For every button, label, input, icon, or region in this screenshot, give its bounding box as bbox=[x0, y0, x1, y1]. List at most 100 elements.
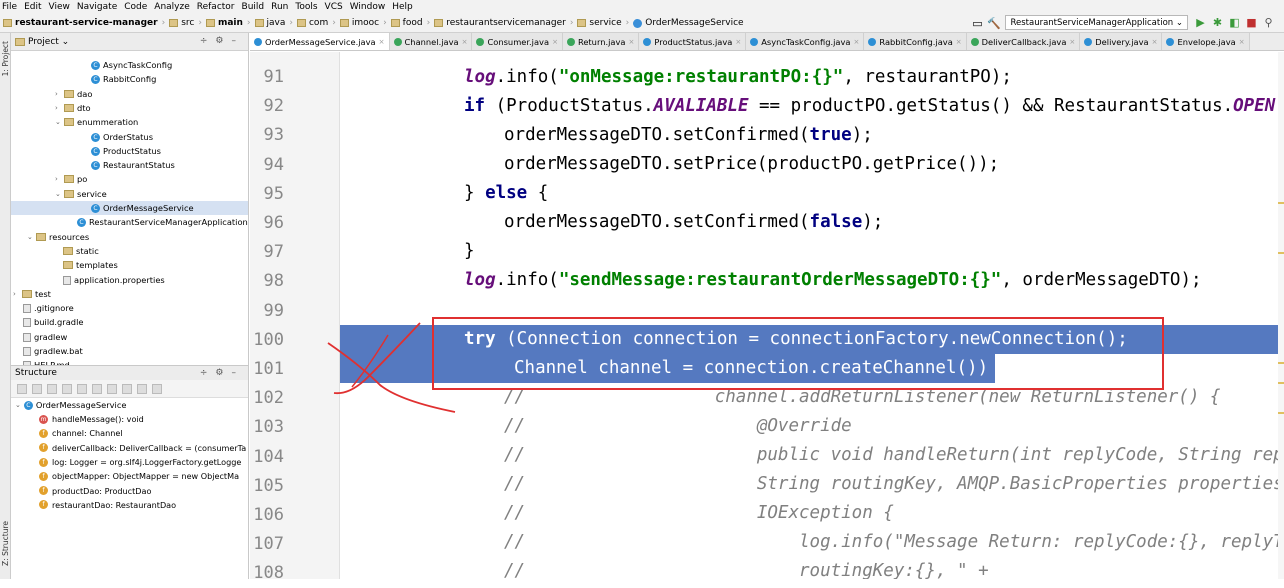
breadcrumb-package[interactable]: restaurantservicemanager › bbox=[434, 18, 573, 28]
breadcrumb-java[interactable]: java › bbox=[254, 18, 293, 28]
tree-item-orderstatus[interactable]: C OrderStatus bbox=[11, 130, 248, 144]
breadcrumb-imooc[interactable]: imooc › bbox=[339, 18, 387, 28]
tree-item-ordermessageservice[interactable]: C OrderMessageService bbox=[11, 201, 248, 215]
menu-window[interactable]: Window bbox=[350, 2, 386, 12]
menu-build[interactable]: Build bbox=[242, 2, 265, 12]
show-anonymous-icon[interactable] bbox=[122, 383, 132, 394]
tree-item-test[interactable]: › test bbox=[11, 287, 248, 301]
tree-item-static[interactable]: static bbox=[11, 244, 248, 258]
expand-all-icon[interactable] bbox=[152, 383, 162, 394]
menu-navigate[interactable]: Navigate bbox=[77, 2, 117, 12]
show-properties-icon[interactable] bbox=[62, 383, 72, 394]
tree-item-templates[interactable]: templates bbox=[11, 258, 248, 272]
structure-member[interactable]: f restaurantDao: RestaurantDao bbox=[11, 498, 248, 512]
project-tool-window-button[interactable]: 1: Project bbox=[1, 41, 10, 76]
tree-item-productstatus[interactable]: C ProductStatus bbox=[11, 144, 248, 158]
tree-item-gradlew-bat[interactable]: gradlew.bat bbox=[11, 344, 248, 358]
tab-delivercallback-java[interactable]: DeliverCallback.java × bbox=[966, 33, 1081, 50]
breadcrumb-project[interactable]: restaurant-service-manager › bbox=[3, 18, 165, 28]
structure-member[interactable]: f log: Logger = org.slf4j.LoggerFactory.g… bbox=[11, 455, 248, 469]
close-tab-icon[interactable]: × bbox=[1069, 38, 1075, 46]
panel-header-icons[interactable]: ÷⚙– bbox=[200, 368, 244, 378]
tree-item-dto[interactable]: › dto bbox=[11, 101, 248, 115]
close-tab-icon[interactable]: × bbox=[1239, 38, 1245, 46]
tab-return-java[interactable]: Return.java × bbox=[562, 33, 640, 50]
tree-item-service[interactable]: ⌄ service bbox=[11, 187, 248, 201]
menu-file[interactable]: File bbox=[2, 2, 17, 12]
panel-header-icons[interactable]: ÷⚙– bbox=[200, 36, 244, 46]
breadcrumb-src[interactable]: src › bbox=[169, 18, 202, 28]
tree-item-restaurantservicemanagerapplication[interactable]: C RestaurantServiceManagerApplication bbox=[11, 215, 248, 229]
show-non-public-icon[interactable] bbox=[92, 383, 102, 394]
tab-consumer-java[interactable]: Consumer.java × bbox=[472, 33, 563, 50]
menu-refactor[interactable]: Refactor bbox=[197, 2, 235, 12]
tree-item-asynctaskconfig[interactable]: C AsyncTaskConfig bbox=[11, 58, 248, 72]
structure-tool-window-button[interactable]: Z: Structure bbox=[1, 521, 10, 566]
expand-arrow-icon[interactable]: ⌄ bbox=[55, 190, 64, 198]
breadcrumb-service[interactable]: service › bbox=[577, 18, 629, 28]
menu-run[interactable]: Run bbox=[271, 2, 288, 12]
tree-item--gitignore[interactable]: .gitignore bbox=[11, 301, 248, 315]
menu-tools[interactable]: Tools bbox=[295, 2, 317, 12]
window-icon[interactable]: ▭ bbox=[972, 18, 983, 29]
structure-member[interactable]: f productDao: ProductDao bbox=[11, 483, 248, 497]
tree-item-gradlew[interactable]: gradlew bbox=[11, 330, 248, 344]
structure-member[interactable]: m handleMessage(): void bbox=[11, 412, 248, 426]
hammer-icon[interactable]: 🔨 bbox=[987, 18, 1001, 29]
tab-delivery-java[interactable]: Delivery.java × bbox=[1080, 33, 1163, 50]
run-icon[interactable]: ▶ bbox=[1195, 17, 1206, 28]
tree-item-enummeration[interactable]: ⌄ enummeration bbox=[11, 115, 248, 129]
menu-edit[interactable]: Edit bbox=[24, 2, 41, 12]
expand-arrow-icon[interactable]: › bbox=[13, 290, 22, 298]
tree-item-resources[interactable]: ⌄ resources bbox=[11, 230, 248, 244]
stop-icon[interactable]: ■ bbox=[1246, 17, 1257, 28]
menu-analyze[interactable]: Analyze bbox=[154, 2, 189, 12]
error-stripe[interactable] bbox=[1278, 52, 1284, 579]
autoscroll-icon[interactable] bbox=[137, 383, 147, 394]
tab-rabbitconfig-java[interactable]: RabbitConfig.java × bbox=[864, 33, 967, 50]
sort-alphabetically-icon[interactable] bbox=[32, 383, 42, 394]
tab-productstatus-java[interactable]: ProductStatus.java × bbox=[639, 33, 747, 50]
expand-arrow-icon[interactable]: ⌄ bbox=[27, 233, 36, 241]
tab-ordermessageservice-java[interactable]: OrderMessageService.java × bbox=[250, 33, 390, 50]
tree-item-application-properties[interactable]: application.properties bbox=[11, 273, 248, 287]
tab-asynctaskconfig-java[interactable]: AsyncTaskConfig.java × bbox=[746, 33, 865, 50]
tree-item-dao[interactable]: › dao bbox=[11, 87, 248, 101]
menu-help[interactable]: Help bbox=[392, 2, 413, 12]
close-tab-icon[interactable]: × bbox=[1152, 38, 1158, 46]
expand-arrow-icon[interactable]: ⌄ bbox=[55, 118, 64, 126]
structure-member[interactable]: f deliverCallback: DeliverCallback = (con… bbox=[11, 441, 248, 455]
tree-item-restaurantstatus[interactable]: C RestaurantStatus bbox=[11, 158, 248, 172]
close-tab-icon[interactable]: × bbox=[379, 38, 385, 46]
show-lambdas-icon[interactable] bbox=[107, 383, 117, 394]
tree-item-build-gradle[interactable]: build.gradle bbox=[11, 315, 248, 329]
show-inherited-icon[interactable] bbox=[47, 383, 57, 394]
structure-root[interactable]: ⌄ C OrderMessageService bbox=[11, 398, 248, 412]
close-tab-icon[interactable]: × bbox=[956, 38, 962, 46]
structure-member[interactable]: f objectMapper: ObjectMapper = new Object… bbox=[11, 469, 248, 483]
code-editor[interactable]: log.info("onMessage:restaurantPO:{}", re… bbox=[340, 52, 1284, 579]
breadcrumb-food[interactable]: food › bbox=[390, 18, 430, 28]
tab-envelope-java[interactable]: Envelope.java × bbox=[1162, 33, 1250, 50]
show-fields-icon[interactable] bbox=[77, 383, 87, 394]
close-tab-icon[interactable]: × bbox=[552, 38, 558, 46]
close-tab-icon[interactable]: × bbox=[735, 38, 741, 46]
tab-channel-java[interactable]: Channel.java × bbox=[389, 33, 473, 50]
close-tab-icon[interactable]: × bbox=[462, 38, 468, 46]
breadcrumb-class[interactable]: OrderMessageService bbox=[633, 18, 744, 28]
close-tab-icon[interactable]: × bbox=[854, 38, 860, 46]
coverage-icon[interactable]: ◧ bbox=[1229, 17, 1240, 28]
sort-by-visibility-icon[interactable] bbox=[17, 383, 27, 394]
breadcrumb-com[interactable]: com › bbox=[296, 18, 336, 28]
tree-item-rabbitconfig[interactable]: C RabbitConfig bbox=[11, 72, 248, 86]
menu-code[interactable]: Code bbox=[124, 2, 147, 12]
debug-icon[interactable]: ✱ bbox=[1212, 17, 1223, 28]
expand-arrow-icon[interactable]: › bbox=[55, 104, 64, 112]
run-configuration-select[interactable]: RestaurantServiceManagerApplication ⌄ bbox=[1005, 15, 1188, 30]
expand-arrow-icon[interactable]: › bbox=[55, 90, 64, 98]
close-tab-icon[interactable]: × bbox=[629, 38, 635, 46]
menu-view[interactable]: View bbox=[49, 2, 70, 12]
expand-arrow-icon[interactable]: › bbox=[55, 175, 64, 183]
structure-member[interactable]: f channel: Channel bbox=[11, 426, 248, 440]
menu-vcs[interactable]: VCS bbox=[325, 2, 343, 12]
